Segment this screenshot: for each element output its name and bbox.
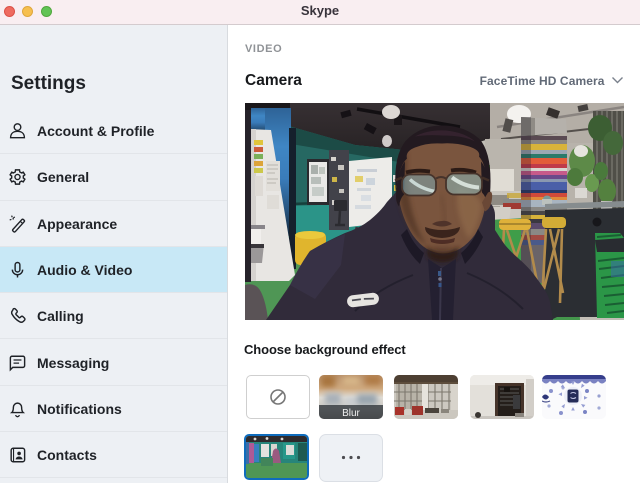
svg-text:Blur: Blur	[342, 408, 360, 419]
